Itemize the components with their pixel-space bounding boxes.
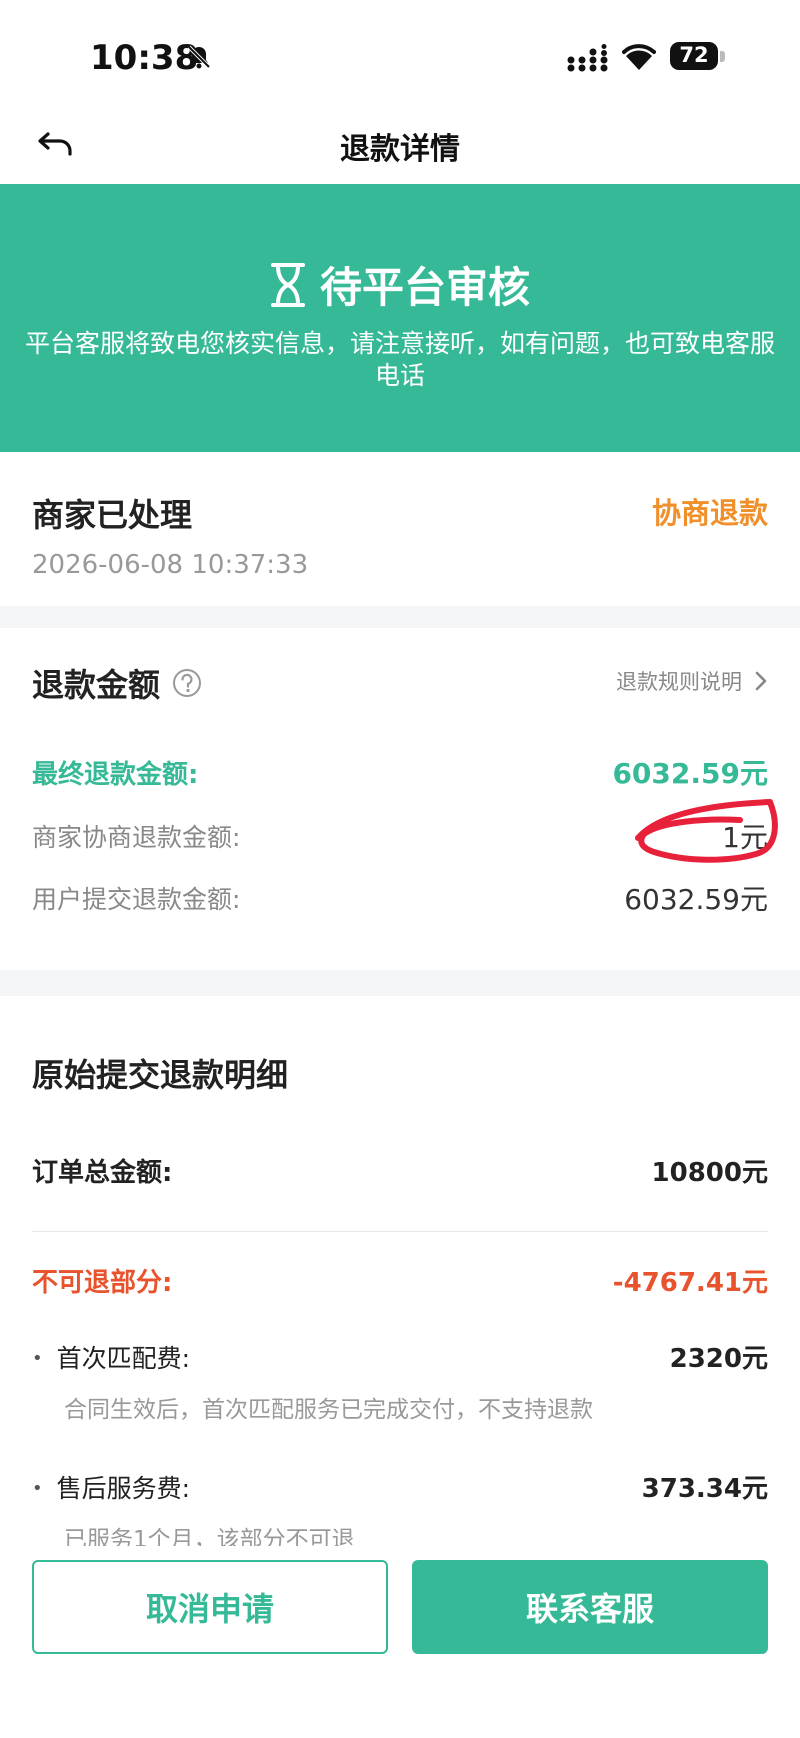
matching-fee-note: 合同生效后，首次匹配服务已完成交付，不支持退款 <box>64 1397 593 1423</box>
user-refund-label: 用户提交退款金额: <box>32 885 241 914</box>
red-circle-annotation <box>635 799 778 863</box>
aftersales-fee-label: 售后服务费: <box>32 1469 190 1505</box>
refund-amount-heading: 退款金额 <box>32 660 202 706</box>
fee-item-matching: 首次匹配费: 2320元 <box>32 1338 768 1375</box>
divider <box>32 1231 768 1232</box>
aftersales-fee-note: 已服务1个月，该部分不可退 <box>64 1527 355 1546</box>
refund-rules-link[interactable]: 退款规则说明 <box>616 666 768 696</box>
refund-type-badge: 协商退款 <box>651 496 768 530</box>
order-total-label: 订单总金额: <box>32 1158 173 1188</box>
cancel-request-button[interactable]: 取消申请 <box>32 1560 388 1654</box>
hourglass-icon <box>270 262 305 307</box>
cellular-signal-icon <box>567 44 608 72</box>
merchant-refund-label: 商家协商退款金额: <box>32 823 241 852</box>
fee-item-aftersales: 售后服务费: 373.34元 <box>32 1468 768 1505</box>
aftersales-fee-value: 373.34元 <box>641 1474 768 1504</box>
contact-support-button[interactable]: 联系客服 <box>412 1560 768 1654</box>
processed-timestamp: 2026-06-08 10:37:33 <box>32 550 309 580</box>
non-refundable-value: -4767.41元 <box>612 1268 768 1298</box>
non-refundable-row: 不可退部分: -4767.41元 <box>32 1262 768 1299</box>
order-total-row: 订单总金额: 10800元 <box>32 1152 768 1189</box>
battery-percent: 72 <box>679 43 709 67</box>
status-banner <box>0 184 800 452</box>
matching-fee-label: 首次匹配费: <box>32 1339 190 1375</box>
wifi-icon <box>622 44 656 70</box>
help-icon[interactable] <box>172 668 202 698</box>
user-refund-row: 用户提交退款金额: 6032.59元 <box>32 878 768 918</box>
page-title: 退款详情 <box>340 132 460 167</box>
status-time: 10:38 <box>90 38 199 78</box>
merchant-status: 商家已处理 <box>32 496 193 534</box>
refund-amount-title: 退款金额 <box>32 666 161 704</box>
matching-fee-value: 2320元 <box>669 1344 768 1374</box>
status-heading: 待平台审核 <box>0 254 800 315</box>
review-status: 待平台审核 <box>319 263 530 312</box>
original-detail-title: 原始提交退款明细 <box>32 1056 289 1094</box>
order-total-value: 10800元 <box>651 1158 768 1188</box>
bell-muted-icon <box>187 45 211 69</box>
non-refundable-label: 不可退部分: <box>32 1268 173 1298</box>
battery-icon: 72 <box>670 42 726 72</box>
status-description: 平台客服将致电您核实信息，请注意接听，如有问题，也可致电客服电话 <box>24 329 775 390</box>
refund-rules-label: 退款规则说明 <box>616 670 742 694</box>
final-refund-label: 最终退款金额: <box>32 759 199 790</box>
chevron-right-icon <box>755 671 767 691</box>
user-refund-value: 6032.59元 <box>624 883 768 916</box>
